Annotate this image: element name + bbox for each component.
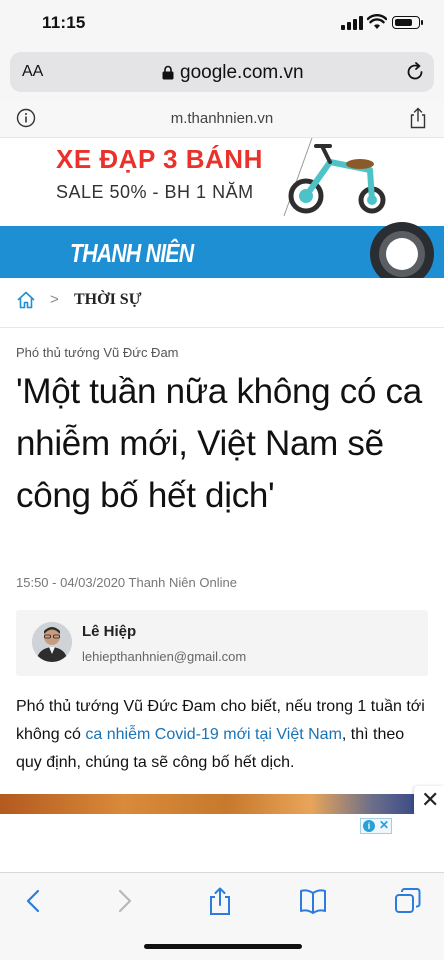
article-lead: Phó thủ tướng Vũ Đức Đam cho biết, nếu t… xyxy=(16,693,430,777)
address-bar[interactable]: AA google.com.vn xyxy=(10,52,434,92)
tricycle-image xyxy=(283,138,386,217)
battery-icon xyxy=(392,16,423,29)
share-icon[interactable] xyxy=(408,107,428,129)
assistive-touch-button[interactable] xyxy=(370,222,434,286)
url-text[interactable]: google.com.vn xyxy=(180,62,304,84)
breadcrumb-section[interactable]: THỜI SỰ xyxy=(74,291,141,309)
tabs-icon[interactable] xyxy=(393,887,423,915)
site-logo[interactable]: THANH NIÊN xyxy=(70,238,194,269)
screen: 11:15 AA google.com.vn m.thanhnien.vn XE… xyxy=(0,0,444,960)
adchoices-info-icon: i xyxy=(363,820,375,832)
ad-subline: SALE 50% - BH 1 NĂM xyxy=(56,182,254,202)
author-email: lehiepthanhnien@gmail.com xyxy=(82,649,247,664)
close-icon: ✕ xyxy=(421,787,440,812)
cellular-signal-icon xyxy=(341,16,363,30)
reload-icon[interactable] xyxy=(404,61,426,83)
ad-slot[interactable]: i ✕ xyxy=(0,814,444,872)
assistive-touch-core xyxy=(386,238,418,270)
chevron-right-icon[interactable] xyxy=(110,887,140,915)
breadcrumb: > THỜI SỰ xyxy=(0,278,444,328)
lock-icon xyxy=(162,65,174,80)
wifi-icon xyxy=(367,14,387,29)
browser-toolbar: AA google.com.vn xyxy=(0,46,444,100)
lead-link[interactable]: ca nhiễm Covid-19 mới tại Việt Nam xyxy=(85,726,342,743)
article-photo xyxy=(0,794,414,816)
text-size-button[interactable]: AA xyxy=(22,63,43,81)
author-avatar xyxy=(32,622,72,662)
author-name[interactable]: Lê Hiệp xyxy=(82,623,136,640)
article-kicker[interactable]: Phó thủ tướng Vũ Đức Đam xyxy=(16,345,179,360)
author-box: Lê Hiệp lehiepthanhnien@gmail.com xyxy=(16,610,428,676)
chevron-left-icon[interactable] xyxy=(18,887,48,915)
close-ad-button[interactable]: ✕ xyxy=(414,786,444,814)
site-host: m.thanhnien.vn xyxy=(170,110,274,127)
home-indicator[interactable] xyxy=(144,944,302,949)
battery-level xyxy=(394,18,413,26)
book-icon[interactable] xyxy=(298,887,328,915)
article-headline: 'Một tuần nữa không có ca nhiễm mới, Việ… xyxy=(16,372,422,515)
share-icon[interactable] xyxy=(205,887,235,915)
adchoices-badge[interactable]: i ✕ xyxy=(360,818,392,834)
breadcrumb-separator: > xyxy=(50,291,59,308)
ad-headline: XE ĐẠP 3 BÁNH xyxy=(56,144,263,174)
status-bar: 11:15 xyxy=(0,0,444,46)
article-meta: 15:50 - 04/03/2020 Thanh Niên Online xyxy=(16,575,237,590)
ad-banner[interactable]: XE ĐẠP 3 BÁNH SALE 50% - BH 1 NĂM xyxy=(50,138,394,218)
site-info-bar: m.thanhnien.vn xyxy=(0,100,444,138)
status-time: 11:15 xyxy=(42,13,86,32)
adchoices-close-icon: ✕ xyxy=(379,818,390,832)
home-icon[interactable] xyxy=(16,290,36,310)
